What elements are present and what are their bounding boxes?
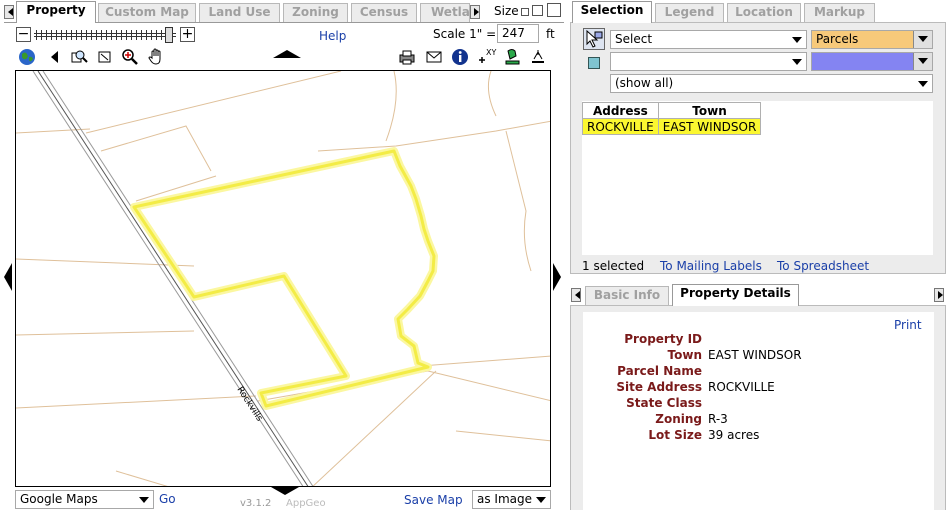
print-link[interactable]: Print <box>894 318 922 332</box>
size-small-checkbox[interactable] <box>521 8 529 16</box>
tab-property[interactable]: Property <box>16 1 96 23</box>
scale-value: 247 <box>502 26 525 40</box>
left-tabs-scroll-right-button[interactable] <box>470 5 480 19</box>
column-header-town[interactable]: Town <box>657 102 762 119</box>
map-pan-east-arrow[interactable] <box>553 263 561 291</box>
tab-markup[interactable]: Markup <box>804 3 875 22</box>
chevron-down-icon <box>792 59 802 65</box>
left-tabs-scroll-left-button[interactable] <box>4 5 14 19</box>
chevron-down-icon <box>913 31 932 48</box>
detail-label-property-id: Property ID <box>624 332 702 346</box>
save-format-select[interactable]: as Image <box>472 490 551 509</box>
save-map-link[interactable]: Save Map <box>404 493 463 507</box>
selection-filter-select[interactable] <box>610 52 807 71</box>
basemap-select[interactable]: Google Maps <box>15 490 154 509</box>
chevron-down-icon <box>792 37 802 43</box>
basemap-value: Google Maps <box>20 492 98 506</box>
property-details-list: Property ID Town EAST WINDSOR Parcel Name… <box>592 332 906 442</box>
print-icon[interactable] <box>398 48 416 66</box>
map-layer: Rockvills <box>16 71 550 486</box>
back-arrow-icon[interactable] <box>46 48 64 66</box>
select-tool-icon[interactable] <box>583 28 605 50</box>
selection-action-value: Select <box>615 32 653 46</box>
selection-fill-color-select[interactable] <box>811 52 933 71</box>
tab-census[interactable]: Census <box>351 3 417 22</box>
email-icon[interactable] <box>425 48 443 66</box>
detail-label-site-address: Site Address <box>616 380 702 394</box>
detail-label-town: Town <box>667 348 702 362</box>
scale-unit: ft <box>546 27 555 41</box>
detail-tabs-scroll-left-button[interactable] <box>571 288 581 302</box>
measure-icon[interactable] <box>529 48 547 66</box>
tab-legend[interactable]: Legend <box>655 3 724 22</box>
to-spreadsheet-link[interactable]: To Spreadsheet <box>777 259 869 273</box>
cell-town: EAST WINDSOR <box>657 118 762 135</box>
selected-count: 1 selected <box>582 259 645 273</box>
table-row[interactable]: ROCKVILLE EAST WINDSOR <box>582 118 762 135</box>
map-pan-south-arrow[interactable] <box>271 487 299 495</box>
tab-selection[interactable]: Selection <box>572 1 652 23</box>
chevron-down-icon <box>918 81 928 87</box>
appgeo-credit: AppGeo <box>286 498 326 509</box>
cell-address: ROCKVILLE <box>582 118 659 135</box>
zoom-box-icon[interactable] <box>96 48 114 66</box>
version-label: v3.1.2 <box>240 498 272 509</box>
chevron-down-icon <box>139 497 149 503</box>
scale-input[interactable]: 247 <box>497 24 539 43</box>
chevron-down-icon <box>536 497 546 503</box>
info-icon[interactable] <box>451 48 469 66</box>
tab-location[interactable]: Location <box>727 3 801 22</box>
target-layer-icon[interactable] <box>588 57 600 69</box>
detail-label-zoning: Zoning <box>655 412 702 426</box>
size-medium-checkbox[interactable] <box>532 5 543 16</box>
show-filter-select[interactable]: (show all) <box>610 74 933 93</box>
go-button[interactable]: Go <box>159 492 176 506</box>
pan-hand-icon[interactable] <box>147 48 165 66</box>
selection-action-select[interactable]: Select <box>610 30 807 49</box>
map-canvas[interactable]: Rockvills <box>15 70 551 487</box>
zoom-in-button[interactable]: + <box>180 27 195 42</box>
zoom-out-button[interactable]: − <box>16 27 31 42</box>
detail-tabs-scroll-right-button[interactable] <box>934 288 944 302</box>
tab-custom-map[interactable]: Custom Map <box>98 3 196 22</box>
selection-layer-select[interactable]: Parcels <box>811 30 933 49</box>
zoom-in-magnifier-icon[interactable] <box>121 48 139 66</box>
detail-label-parcel-name: Parcel Name <box>617 364 702 378</box>
detail-label-state-class: State Class <box>626 396 702 410</box>
identify-pin-icon[interactable] <box>503 48 521 66</box>
tab-zoning[interactable]: Zoning <box>283 3 348 22</box>
globe-icon[interactable] <box>18 48 36 66</box>
save-format-value: as Image <box>477 492 533 506</box>
selection-table: Address Town ROCKVILLE EAST WINDSOR <box>582 102 762 135</box>
chevron-down-icon <box>913 53 932 70</box>
xy-coordinate-icon[interactable]: XY <box>477 46 496 64</box>
tab-property-details[interactable]: Property Details <box>672 284 799 306</box>
size-label: Size <box>494 4 519 18</box>
tab-land-use[interactable]: Land Use <box>199 3 280 22</box>
tab-wetlands[interactable]: Wetla <box>420 3 470 22</box>
zoom-slider-thumb[interactable] <box>165 27 173 43</box>
detail-label-lot-size: Lot Size <box>648 428 702 442</box>
to-mailing-labels-link[interactable]: To Mailing Labels <box>660 259 762 273</box>
column-header-address[interactable]: Address <box>582 102 659 119</box>
zoom-full-extent-icon[interactable] <box>70 48 88 66</box>
detail-value-zoning: R-3 <box>708 412 728 426</box>
detail-value-town: EAST WINDSOR <box>708 348 802 362</box>
size-large-checkbox[interactable] <box>547 3 561 17</box>
map-pan-north-arrow[interactable] <box>273 50 301 58</box>
show-filter-value: (show all) <box>615 76 674 90</box>
detail-value-lot-size: 39 acres <box>708 428 760 442</box>
selection-layer-value: Parcels <box>816 32 859 46</box>
help-link[interactable]: Help <box>319 29 346 43</box>
zoom-slider[interactable] <box>34 33 176 37</box>
map-pan-west-arrow[interactable] <box>4 263 12 291</box>
scale-label: Scale 1" = <box>433 27 497 41</box>
tab-basic-info[interactable]: Basic Info <box>585 286 669 305</box>
detail-value-site-address: ROCKVILLE <box>708 380 775 394</box>
svg-text:XY: XY <box>486 48 496 57</box>
